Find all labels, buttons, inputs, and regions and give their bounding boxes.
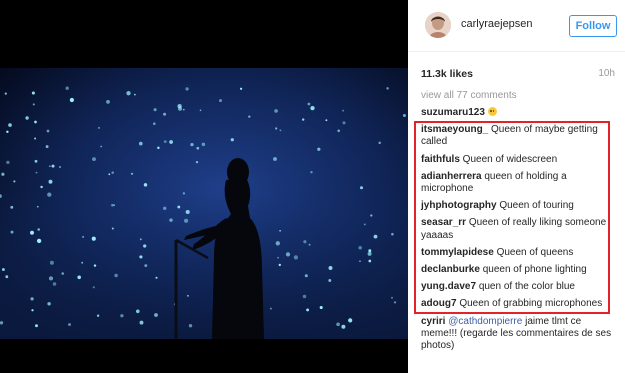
avatar[interactable] [425, 12, 451, 38]
comment-item: adoug7 Queen of grabbing microphones [421, 298, 619, 310]
view-all-comments-link[interactable]: view all 77 comments [421, 90, 517, 101]
comment-item: faithfuls Queen of widescreen [421, 154, 619, 166]
comment-text: Queen of widescreen [462, 153, 558, 165]
comment-mention[interactable]: @cathdompierre [448, 316, 522, 327]
comment-item: adianherrera queen of holding a micropho… [421, 171, 619, 195]
photo-pane [0, 0, 408, 373]
comment-text: Queen of grabbing microphones [459, 298, 603, 310]
comment-username[interactable]: tommylapidese [421, 247, 494, 258]
comment-item: yung.dave7 quen of the color blue [421, 281, 619, 293]
comment-username[interactable]: declanburke [421, 264, 480, 275]
comment-username[interactable]: cyriri [421, 316, 445, 327]
comment-text: Queen of queens [496, 246, 574, 258]
concert-image [0, 68, 408, 339]
comment-username[interactable]: suzumaru123 [421, 107, 485, 118]
post-header: carlyraejepsen Follow [408, 0, 625, 52]
comment-text: quen of the color blue [478, 281, 575, 293]
comment-item: suzumaru123 [421, 107, 619, 119]
comment-item: itsmaeyoung_ Queen of maybe getting call… [421, 124, 619, 148]
comment-item: jyhphotography Queen of touring [421, 200, 619, 212]
post-timestamp: 10h [598, 68, 615, 79]
post-sidebar: carlyraejepsen Follow 11.3k likes 10h vi… [408, 0, 625, 373]
comment-username[interactable]: adianherrera [421, 171, 482, 182]
comment-item: cyriri @cathdompierre jaime tlmt ce meme… [421, 316, 619, 353]
comment-item: declanburke queen of phone lighting [421, 264, 619, 276]
comment-username[interactable]: seasar_rr [421, 217, 466, 228]
comment-username[interactable]: adoug7 [421, 298, 457, 309]
comment-item: seasar_rr Queen of really liking someone… [421, 217, 619, 241]
comment-username[interactable]: faithfuls [421, 154, 460, 165]
comment-username[interactable]: jyhphotography [421, 200, 497, 211]
post-photo[interactable] [0, 68, 408, 339]
comment-text: Queen of touring [499, 200, 574, 212]
comment-list: suzumaru123 itsmaeyoung_ Queen of maybe … [421, 107, 619, 357]
comment-username[interactable]: yung.dave7 [421, 281, 476, 292]
post-username[interactable]: carlyraejepsen [461, 18, 533, 30]
comment-username[interactable]: itsmaeyoung_ [421, 124, 488, 135]
likes-count[interactable]: 11.3k likes [421, 68, 473, 80]
smile-emoji-icon [487, 107, 497, 116]
comment-text: queen of phone lighting [482, 264, 587, 276]
comment-item: tommylapidese Queen of queens [421, 247, 619, 259]
follow-button[interactable]: Follow [569, 15, 617, 37]
